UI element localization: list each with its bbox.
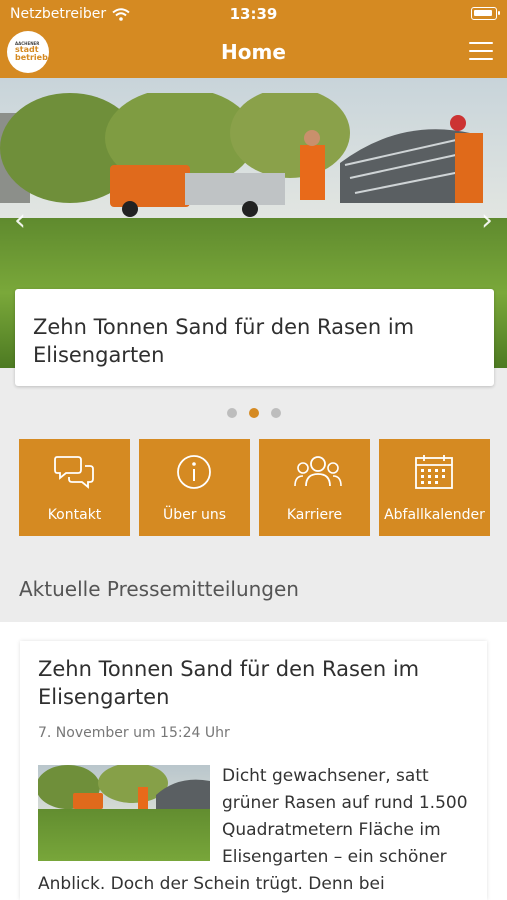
app-header: AACHENER stadt betrieb Home <box>0 28 507 78</box>
chevron-left-icon[interactable]: ‹ <box>14 203 26 238</box>
hero-headline: Zehn Tonnen Sand für den Rasen im Elisen… <box>33 315 415 367</box>
news-date: 7. November um 15:24 Uhr <box>38 725 230 741</box>
tile-label: Karriere <box>286 507 343 523</box>
tile-label: Über uns <box>163 507 226 523</box>
status-bar: Netzbetreiber 13:39 <box>0 0 507 28</box>
slider-pagination <box>0 408 507 418</box>
section-title: Aktuelle Pressemitteilungen <box>19 577 299 601</box>
quick-links: Kontakt Über uns Karriere Abfallkalender <box>19 439 490 536</box>
pagination-dot-active[interactable] <box>248 408 259 418</box>
battery-icon <box>471 7 500 20</box>
news-teaser: Dicht gewachsener, satt grüner Rasen auf… <box>38 763 478 898</box>
info-icon <box>177 455 211 489</box>
page-title: Home <box>221 40 286 64</box>
chevron-right-icon[interactable]: › <box>481 203 493 238</box>
chat-bubbles-icon <box>54 456 94 489</box>
tile-karriere[interactable]: Karriere <box>259 439 370 536</box>
news-title: Zehn Tonnen Sand für den Rasen im Elisen… <box>38 657 420 709</box>
hero-caption-card[interactable]: Zehn Tonnen Sand für den Rasen im Elisen… <box>15 289 494 386</box>
people-icon <box>294 456 342 487</box>
news-card[interactable]: Zehn Tonnen Sand für den Rasen im Elisen… <box>20 641 487 900</box>
pagination-dot[interactable] <box>226 408 237 418</box>
tile-label: Kontakt <box>47 507 102 523</box>
calendar-icon <box>415 455 453 489</box>
pagination-dot[interactable] <box>270 408 281 418</box>
tile-ueber-uns[interactable]: Über uns <box>139 439 250 536</box>
hamburger-menu-icon[interactable] <box>469 42 493 60</box>
tile-label: Abfallkalender <box>384 507 485 523</box>
status-time: 13:39 <box>229 5 278 23</box>
hero-image-scene <box>0 93 483 217</box>
tile-kontakt[interactable]: Kontakt <box>19 439 130 536</box>
tile-abfallkalender[interactable]: Abfallkalender <box>379 439 490 536</box>
